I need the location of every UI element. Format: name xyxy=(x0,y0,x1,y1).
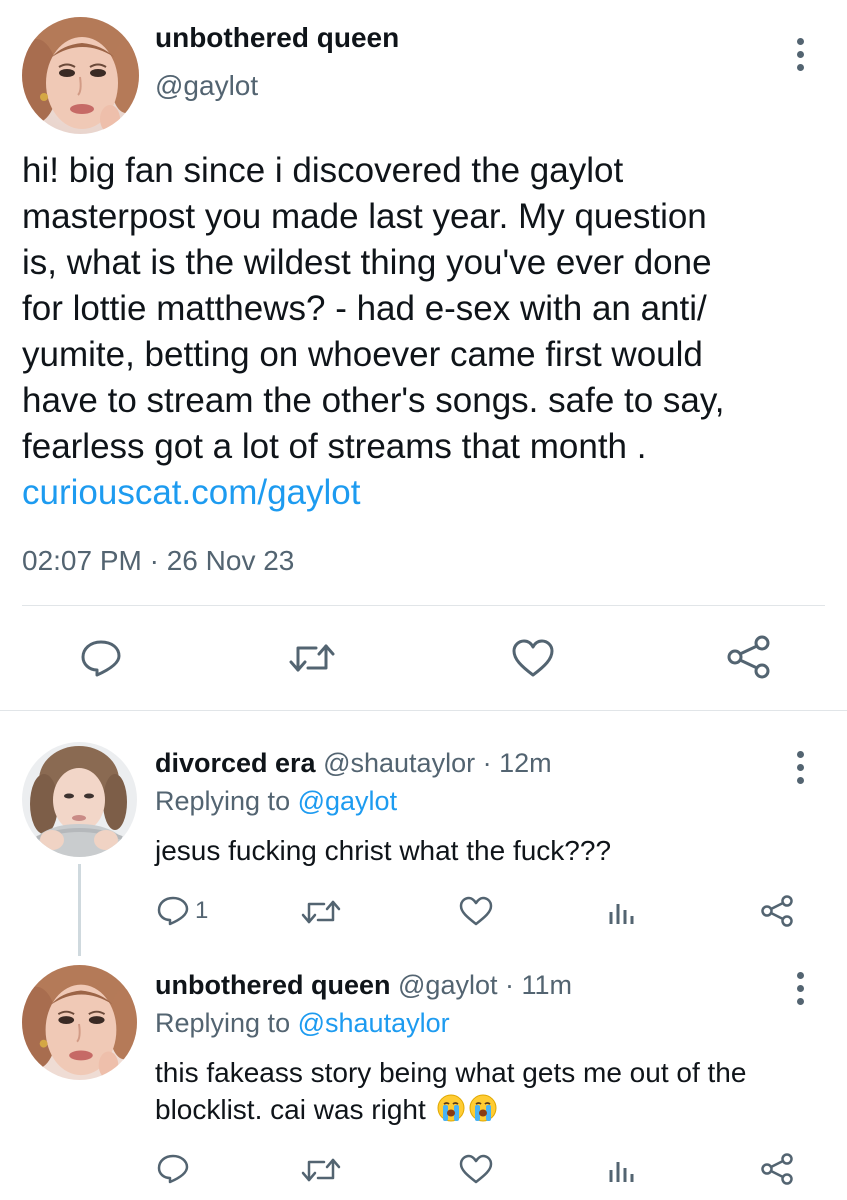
reply-text: this fakeass story being what gets me ou… xyxy=(155,1054,746,1128)
divider xyxy=(22,605,825,606)
tweet-body-line: yumite, betting on whoever came first wo… xyxy=(22,335,703,374)
avatar-reply-1[interactable] xyxy=(22,742,137,857)
author-handle[interactable]: @gaylot xyxy=(155,70,258,102)
replying-to: Replying to @shautaylor xyxy=(155,1008,450,1039)
like-button[interactable] xyxy=(459,1154,493,1184)
replying-label: Replying to xyxy=(155,1008,291,1038)
reply-icon xyxy=(157,896,189,926)
analytics-icon xyxy=(609,904,634,924)
tweet-body-line: hi! big fan since i discovered the gaylo… xyxy=(22,151,624,190)
reply-mention[interactable]: @shautaylor xyxy=(298,1008,450,1038)
reply-count: 1 xyxy=(195,897,209,924)
share-icon xyxy=(761,1153,793,1185)
reply-icon xyxy=(81,640,121,677)
reply-header: divorced era @shautaylor · 12m xyxy=(155,748,552,779)
more-options-icon[interactable] xyxy=(795,38,805,71)
heart-icon xyxy=(459,1154,493,1184)
reply-header: unbothered queen @gaylot · 11m xyxy=(155,970,572,1001)
analytics-icon xyxy=(609,1162,634,1182)
avatar-main[interactable] xyxy=(22,17,139,134)
tweet-link[interactable]: curiouscat.com/gaylot xyxy=(22,470,827,516)
tweet-body-line: for lottie matthews? - had e-sex with an… xyxy=(22,289,707,328)
tweet-body: hi! big fan since i discovered the gaylo… xyxy=(22,148,827,516)
tweet-body-line: fearless got a lot of streams that month… xyxy=(22,427,647,466)
reply-icon xyxy=(157,1154,189,1184)
divider xyxy=(0,710,847,711)
share-button[interactable] xyxy=(760,894,794,928)
retweet-button[interactable] xyxy=(301,1156,341,1184)
reply-text-line-with-emoji: blocklist. cai was right xyxy=(155,1091,746,1128)
reply-author-name[interactable]: unbothered queen xyxy=(155,970,391,1000)
thread-line xyxy=(78,864,81,956)
loudly-crying-face-icon xyxy=(437,1094,465,1122)
like-button[interactable] xyxy=(511,638,555,678)
reply-text-line: this fakeass story being what gets me ou… xyxy=(155,1057,747,1088)
replying-label: Replying to xyxy=(155,786,291,816)
tweet-body-line: masterpost you made last year. My questi… xyxy=(22,197,707,236)
replying-to: Replying to @gaylot xyxy=(155,786,397,817)
reply-meta[interactable]: @shautaylor · 12m xyxy=(323,748,552,778)
author-name[interactable]: unbothered queen xyxy=(155,22,399,54)
retweet-icon xyxy=(301,900,341,924)
reply-text: jesus fucking christ what the fuck??? xyxy=(155,832,611,869)
retweet-icon xyxy=(289,644,335,672)
share-icon xyxy=(727,635,770,679)
reply-meta[interactable]: @gaylot · 11m xyxy=(398,970,572,1000)
reply-button[interactable] xyxy=(80,638,122,678)
like-button[interactable] xyxy=(459,896,493,926)
share-button[interactable] xyxy=(726,634,772,680)
heart-icon xyxy=(512,639,554,677)
share-icon xyxy=(761,895,793,927)
analytics-button[interactable] xyxy=(608,1156,636,1184)
retweet-icon xyxy=(301,1158,341,1182)
retweet-button[interactable] xyxy=(301,898,341,926)
reply-author-name[interactable]: divorced era xyxy=(155,748,316,778)
tweet-body-line: have to stream the other's songs. safe t… xyxy=(22,381,725,420)
more-options-icon[interactable] xyxy=(795,751,805,784)
analytics-button[interactable] xyxy=(608,898,636,926)
reply-text-line: jesus fucking christ what the fuck??? xyxy=(155,835,612,866)
more-options-icon[interactable] xyxy=(795,972,805,1005)
share-button[interactable] xyxy=(760,1152,794,1186)
heart-icon xyxy=(459,896,493,926)
tweet-timestamp[interactable]: 02:07 PM · 26 Nov 23 xyxy=(22,545,294,577)
reply-mention[interactable]: @gaylot xyxy=(298,786,397,816)
tweet-body-line: is, what is the wildest thing you've eve… xyxy=(22,243,712,282)
retweet-button[interactable] xyxy=(288,640,336,676)
reply-text-line: blocklist. cai was right xyxy=(155,1094,426,1125)
loudly-crying-face-icon xyxy=(469,1094,497,1122)
reply-button[interactable]: 1 xyxy=(157,896,208,926)
avatar-reply-2[interactable] xyxy=(22,965,137,1080)
reply-button[interactable] xyxy=(157,1154,189,1184)
